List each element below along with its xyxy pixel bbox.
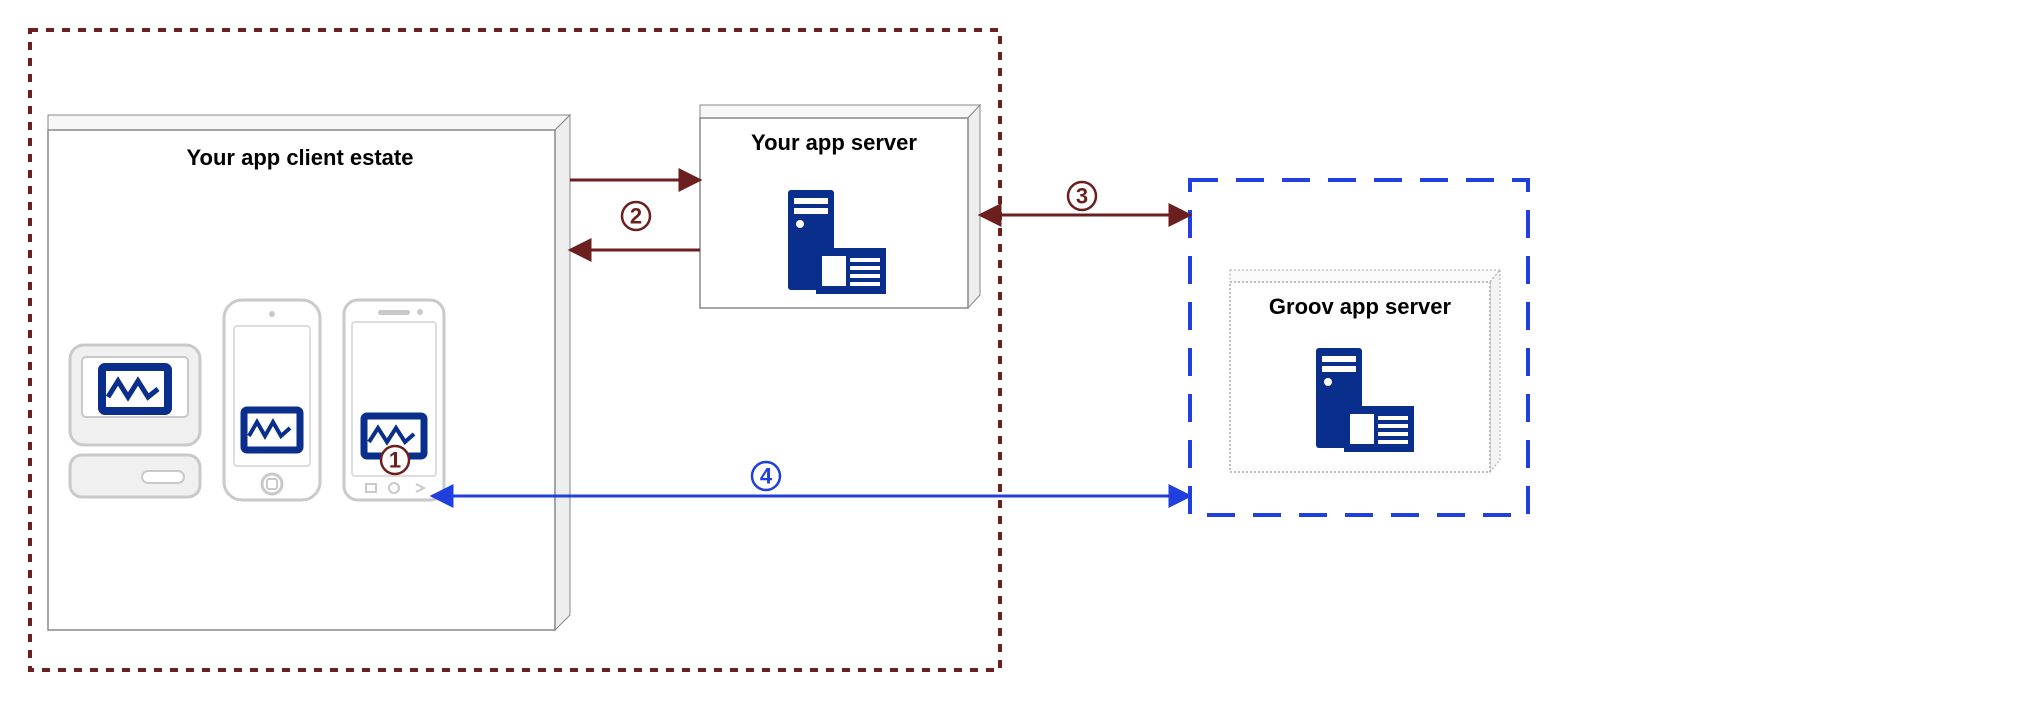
step-badge-3: 3 bbox=[1068, 182, 1096, 210]
your-app-server-box: Your app server bbox=[700, 105, 980, 308]
phone-ios-icon bbox=[224, 300, 320, 500]
groov-app-server-label: Groov app server bbox=[1269, 294, 1452, 319]
step-badge-1: 1 bbox=[381, 446, 409, 474]
svg-text:1: 1 bbox=[389, 448, 401, 473]
svg-text:3: 3 bbox=[1076, 184, 1088, 209]
step-badge-4: 4 bbox=[752, 462, 780, 490]
client-estate-label: Your app client estate bbox=[187, 145, 414, 170]
your-app-server-label: Your app server bbox=[751, 130, 917, 155]
svg-text:2: 2 bbox=[630, 204, 642, 229]
svg-text:4: 4 bbox=[760, 464, 773, 489]
step-badge-2: 2 bbox=[622, 202, 650, 230]
architecture-diagram: Your app client estate bbox=[0, 0, 2032, 708]
groov-app-server-box: Groov app server bbox=[1230, 270, 1500, 472]
desktop-device-icon bbox=[70, 345, 200, 497]
client-estate-box: Your app client estate bbox=[48, 115, 570, 630]
